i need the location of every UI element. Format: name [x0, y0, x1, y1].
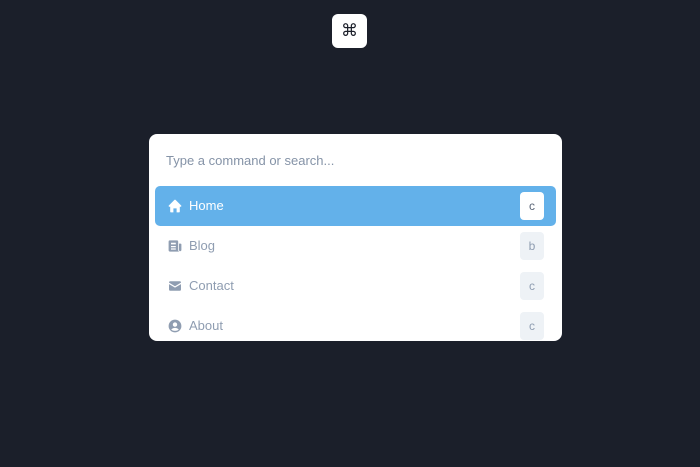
mail-icon	[167, 278, 183, 294]
command-icon: ⌘	[341, 21, 358, 41]
home-icon	[167, 198, 183, 214]
command-palette-trigger[interactable]: ⌘	[332, 14, 367, 48]
command-item-home[interactable]: Home c	[155, 186, 556, 226]
command-item-label: Contact	[189, 278, 234, 293]
command-item-label: Blog	[189, 238, 216, 253]
shortcut-key: c	[520, 272, 544, 300]
shortcut-key: c	[520, 192, 544, 220]
command-item-about[interactable]: About c	[155, 306, 556, 341]
command-item-label: About	[189, 318, 223, 333]
page: ⌘ Home c Blog b C	[0, 0, 700, 467]
command-item-blog[interactable]: Blog b	[155, 226, 556, 266]
command-list: Home c Blog b Contact c About c	[155, 186, 556, 341]
shortcut-key: b	[520, 232, 544, 260]
newspaper-icon	[167, 238, 183, 254]
command-item-contact[interactable]: Contact c	[155, 266, 556, 306]
command-palette: Home c Blog b Contact c	[149, 134, 562, 341]
command-item-label: Home	[189, 198, 224, 213]
user-circle-icon	[167, 318, 183, 334]
command-search-input[interactable]	[149, 134, 562, 186]
shortcut-key: c	[520, 312, 544, 340]
